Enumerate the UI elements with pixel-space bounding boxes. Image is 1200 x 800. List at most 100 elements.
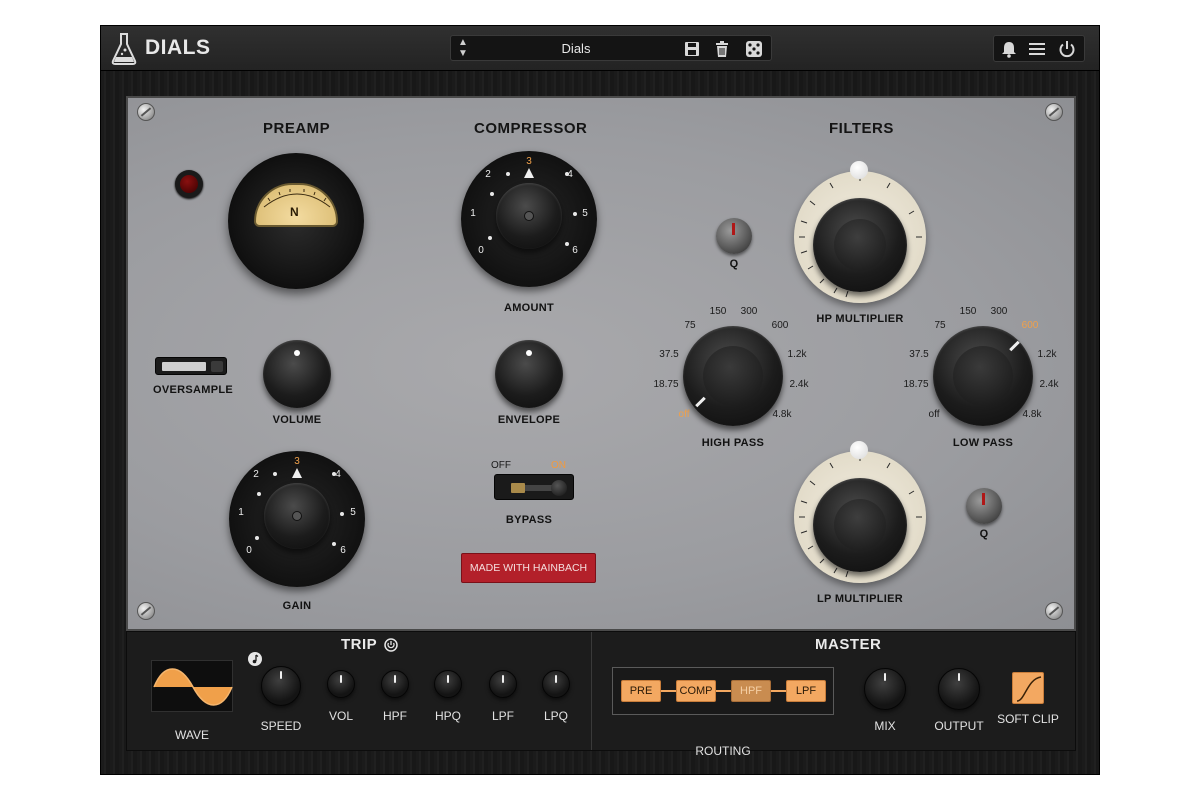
sync-note-icon[interactable] bbox=[248, 652, 262, 666]
high-pass-knob[interactable] bbox=[683, 326, 783, 426]
volume-knob[interactable] bbox=[263, 340, 331, 408]
menu-icon[interactable] bbox=[1028, 40, 1046, 58]
trip-power-icon[interactable] bbox=[384, 638, 398, 652]
lp-multiplier-label: LP MULTIPLIER bbox=[817, 593, 903, 605]
lp-tick-75: 75 bbox=[934, 320, 946, 331]
hp-tick-600: 600 bbox=[771, 320, 789, 331]
amount-tick-2: 2 bbox=[485, 169, 491, 180]
lp-multiplier-knob[interactable] bbox=[813, 478, 907, 572]
wave-display[interactable] bbox=[151, 660, 233, 712]
soft-clip-button[interactable] bbox=[1012, 672, 1044, 704]
hp-tick-2-4k: 2.4k bbox=[789, 379, 809, 390]
trip-title: TRIP bbox=[341, 636, 378, 653]
hp-q-knob[interactable] bbox=[716, 218, 752, 254]
hp-tick-4-8k: 4.8k bbox=[772, 409, 792, 420]
global-controls bbox=[993, 35, 1085, 62]
screw bbox=[1045, 602, 1063, 620]
lp-tick-18-75: 18.75 bbox=[903, 379, 929, 390]
hp-multiplier-label: HP MULTIPLIER bbox=[816, 313, 904, 325]
preamp-title: PREAMP bbox=[263, 120, 331, 137]
low-pass-knob-pointer bbox=[1009, 340, 1020, 352]
soft-clip-curve-icon bbox=[1016, 676, 1042, 702]
lp-q-knob[interactable] bbox=[966, 488, 1002, 524]
mix-knob[interactable] bbox=[864, 668, 906, 710]
envelope-knob-pointer bbox=[526, 350, 532, 356]
trip-vol-knob[interactable] bbox=[327, 670, 355, 698]
lp-tick-4-8k: 4.8k bbox=[1022, 409, 1042, 420]
routing-comp-button[interactable]: COMP bbox=[676, 680, 716, 702]
gain-tick-dot bbox=[257, 492, 261, 496]
bypass-on-label: ON bbox=[551, 460, 566, 471]
top-bar: DIALS ▲ ▼ Dials bbox=[101, 26, 1099, 71]
screw bbox=[137, 602, 155, 620]
hp-tick-18-75: 18.75 bbox=[653, 379, 679, 390]
plugin-window: DIALS ▲ ▼ Dials PREAMP N OVERSAMPLE VOLU… bbox=[100, 25, 1100, 775]
hp-q-pointer bbox=[732, 223, 735, 235]
preset-arrows-icon[interactable]: ▲ ▼ bbox=[455, 37, 471, 59]
high-pass-label: HIGH PASS bbox=[701, 437, 765, 449]
made-with-hainbach-badge[interactable]: MADE WITH HAINBACH bbox=[461, 553, 596, 583]
trip-lpf-knob[interactable] bbox=[489, 670, 517, 698]
soft-clip-label: SOFT CLIP bbox=[997, 712, 1059, 726]
routing-lpf-button[interactable]: LPF bbox=[786, 680, 826, 702]
lp-tick-1-2k: 1.2k bbox=[1037, 349, 1057, 360]
oversample-handle bbox=[211, 361, 223, 372]
preset-selector[interactable]: ▲ ▼ Dials bbox=[450, 35, 772, 61]
gain-tick-6: 6 bbox=[340, 545, 346, 556]
gain-label: GAIN bbox=[282, 600, 312, 612]
save-icon[interactable] bbox=[683, 40, 701, 58]
lp-tick-300: 300 bbox=[990, 306, 1008, 317]
lp-q-label: Q bbox=[979, 528, 989, 540]
amount-tick-dot bbox=[490, 192, 494, 196]
hp-tick-off: off bbox=[678, 409, 690, 420]
amount-tick-1: 1 bbox=[470, 208, 476, 219]
oversample-label: OVERSAMPLE bbox=[152, 384, 233, 396]
gain-tick-4: 4 bbox=[335, 469, 341, 480]
output-knob[interactable] bbox=[938, 668, 980, 710]
amount-knob[interactable] bbox=[496, 183, 562, 249]
bypass-slot bbox=[511, 483, 525, 493]
vu-face: N bbox=[254, 183, 338, 227]
envelope-knob[interactable] bbox=[495, 340, 563, 408]
low-pass-knob-cap bbox=[953, 346, 1013, 406]
hp-tick-300: 300 bbox=[740, 306, 758, 317]
routing-pre-button[interactable]: PRE bbox=[621, 680, 661, 702]
routing-hpf-button[interactable]: HPF bbox=[731, 680, 771, 702]
trip-hpf-knob[interactable] bbox=[381, 670, 409, 698]
gain-knob-cap bbox=[292, 511, 302, 521]
wave-label: WAVE bbox=[174, 728, 209, 742]
lp-q-pointer bbox=[982, 493, 985, 505]
low-pass-knob[interactable] bbox=[933, 326, 1033, 426]
screw bbox=[1045, 103, 1063, 121]
gain-tick-1: 1 bbox=[238, 507, 244, 518]
amount-label: AMOUNT bbox=[503, 302, 555, 314]
bell-icon[interactable] bbox=[1000, 40, 1018, 58]
gain-tick-dot bbox=[273, 472, 277, 476]
amount-tick-dot bbox=[506, 172, 510, 176]
mix-label: MIX bbox=[874, 719, 896, 733]
hp-tick-37-5: 37.5 bbox=[659, 349, 679, 360]
amount-tick-dot bbox=[488, 236, 492, 240]
bypass-toggle[interactable] bbox=[494, 474, 574, 500]
section-divider bbox=[591, 632, 592, 750]
power-icon[interactable] bbox=[1058, 40, 1076, 58]
hp-multiplier-knob[interactable] bbox=[813, 198, 907, 292]
trash-icon[interactable] bbox=[713, 40, 731, 58]
dice-icon[interactable] bbox=[745, 40, 763, 58]
high-pass-knob-pointer bbox=[695, 396, 706, 408]
speed-knob[interactable] bbox=[261, 666, 301, 706]
hp-q-label: Q bbox=[729, 258, 739, 270]
high-pass-knob-cap bbox=[703, 346, 763, 406]
hp-tick-75: 75 bbox=[684, 320, 696, 331]
trip-lpq-knob[interactable] bbox=[542, 670, 570, 698]
gain-knob[interactable] bbox=[264, 483, 330, 549]
envelope-label: ENVELOPE bbox=[497, 414, 561, 426]
led-bezel bbox=[175, 170, 203, 198]
amount-tick-4: 4 bbox=[567, 169, 573, 180]
gain-tick-2: 2 bbox=[253, 469, 259, 480]
bypass-label: BYPASS bbox=[505, 514, 553, 526]
oversample-switch[interactable] bbox=[155, 357, 227, 375]
routing-label: ROUTING bbox=[695, 744, 751, 758]
preset-name[interactable]: Dials bbox=[491, 41, 661, 56]
trip-hpq-knob[interactable] bbox=[434, 670, 462, 698]
